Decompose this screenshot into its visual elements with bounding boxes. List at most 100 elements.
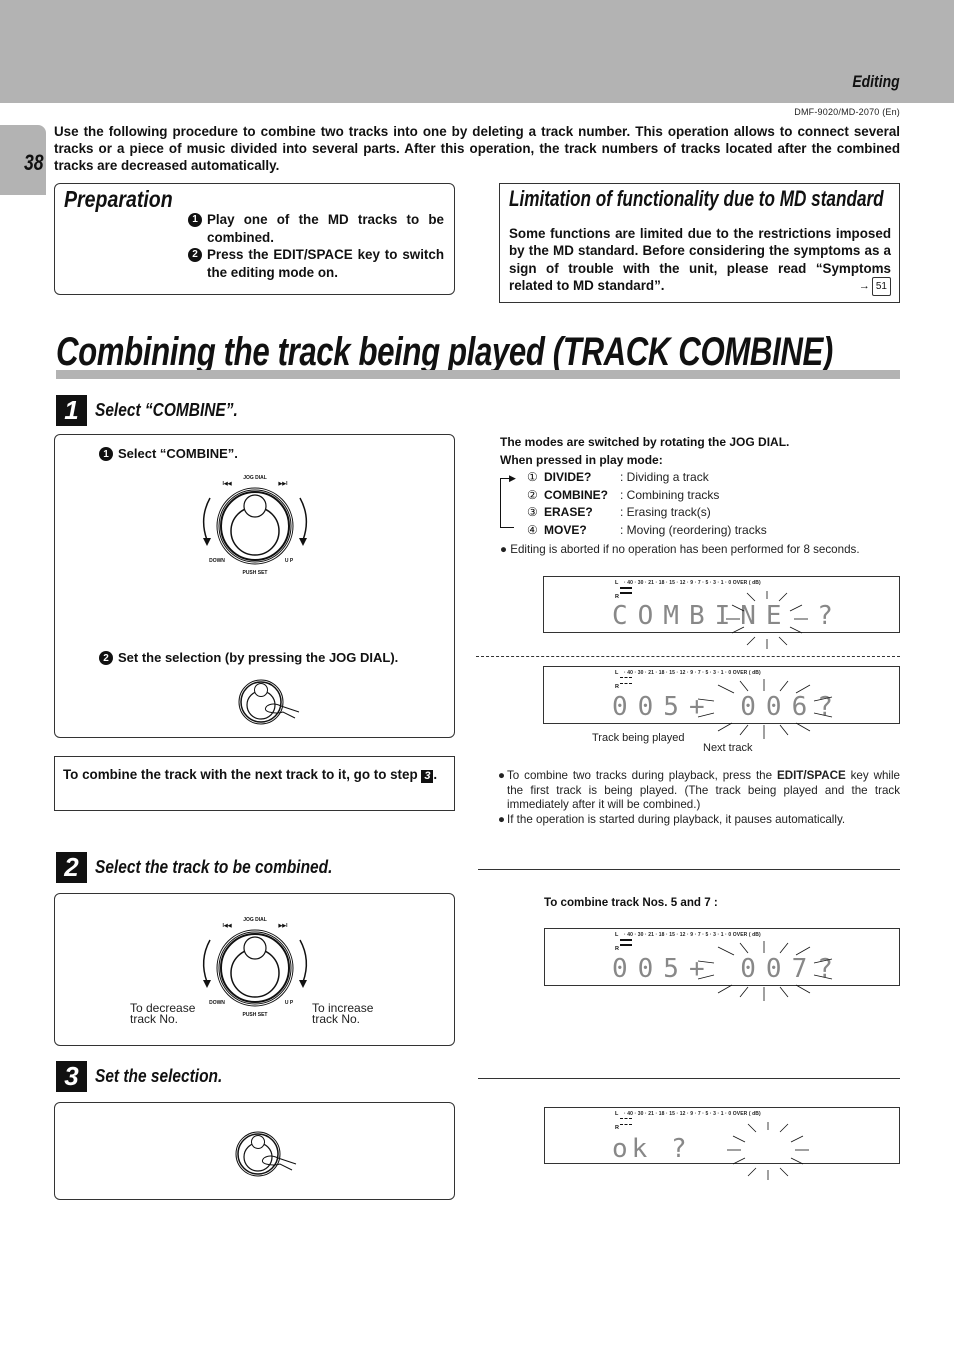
lcd-display-track-select: L R · 40 · 30 · 21 · 18 · 15 · 12 · 9 · … xyxy=(543,666,900,739)
title-underline xyxy=(56,370,900,379)
blink-rays-icon xyxy=(697,679,833,739)
mode-number: ④ xyxy=(527,522,538,537)
level-meter-icon xyxy=(620,1118,632,1125)
bullet-icon: ● xyxy=(498,769,506,782)
meter-scale: · 40 · 30 · 21 · 18 · 15 · 12 · 9 · 7 · … xyxy=(624,932,761,938)
mode-description: : Moving (reordering) tracks xyxy=(620,522,767,537)
prev-track-label: I◀◀ xyxy=(222,481,231,487)
mode-name: COMBINE? xyxy=(544,487,608,502)
jog-dial-grip xyxy=(243,936,267,960)
note-text: If the operation is started during playb… xyxy=(507,812,846,826)
header-band xyxy=(0,0,954,103)
lcd-r-label: R xyxy=(615,594,619,600)
level-meter-icon xyxy=(620,677,632,684)
goto-step-text: To combine the track with the next track… xyxy=(63,766,448,783)
mode-description: : Combining tracks xyxy=(620,487,720,502)
step-number-icon: 2 xyxy=(99,651,113,665)
lcd-r-label: R xyxy=(615,1125,619,1131)
page-title: Combining the track being played (TRACK … xyxy=(56,330,833,374)
preparation-list: 1 Play one of the MD tracks to be combin… xyxy=(188,211,444,281)
blink-rays-icon xyxy=(726,591,808,649)
preparation-title: Preparation xyxy=(64,186,173,212)
lcd-display-ok: L R · 40 · 30 · 21 · 18 · 15 · 12 · 9 · … xyxy=(544,1107,900,1180)
mode-item: ③ ERASE? : Erasing track(s) xyxy=(500,504,910,522)
step-1-badge: 1 xyxy=(56,395,87,426)
step-3-badge: 3 xyxy=(56,1061,87,1092)
up-label: U P xyxy=(285,1000,294,1006)
playback-note: ● If the operation is started during pla… xyxy=(498,813,900,828)
lcd-r-label: R xyxy=(615,684,619,690)
caption-decrease: To decrease track No. xyxy=(130,1002,195,1026)
intro-paragraph: Use the following procedure to combine t… xyxy=(54,124,900,173)
mode-item: ④ MOVE? : Moving (reordering) tracks xyxy=(500,522,910,540)
mode-item: ② COMBINE? : Combining tracks xyxy=(500,487,910,505)
page-reference[interactable]: → 51 xyxy=(859,276,891,297)
lcd-l-label: L xyxy=(615,1111,619,1117)
meter-scale: · 40 · 30 · 21 · 18 · 15 · 12 · 9 · 7 · … xyxy=(624,580,761,586)
preparation-item: 2 Press the EDIT/SPACE key to switch the… xyxy=(188,246,444,281)
mode-description: : Dividing a track xyxy=(620,470,709,484)
playback-notes: ● To combine two tracks during playback,… xyxy=(498,769,900,827)
abort-note: ● Editing is aborted if no operation has… xyxy=(500,543,860,556)
step-2-title: Select the track to be combined. xyxy=(95,857,333,877)
note-text: To combine two tracks during playback, p… xyxy=(507,769,900,813)
page-number: 38 xyxy=(24,150,44,175)
jog-dial-label: JOG DIAL xyxy=(243,917,267,923)
cycle-bracket xyxy=(500,478,514,528)
caption-increase: To increase track No. xyxy=(312,1002,373,1026)
step-number-icon: 1 xyxy=(99,447,113,461)
rotate-left-arrow-icon xyxy=(202,939,211,983)
lcd-display-combine: L R · 40 · 30 · 21 · 18 · 15 · 12 · 9 · … xyxy=(543,576,900,649)
jog-dial-press-diagram xyxy=(238,679,300,725)
mode-number: ② xyxy=(527,487,538,502)
edit-space-key-label: EDIT/SPACE xyxy=(776,769,846,782)
preparation-item-text: Play one of the MD tracks to be combined… xyxy=(207,212,444,245)
jog-dial-label: JOG DIAL xyxy=(243,475,267,481)
push-set-label: PUSH SET xyxy=(242,1012,267,1018)
meter-scale: · 40 · 30 · 21 · 18 · 15 · 12 · 9 · 7 · … xyxy=(624,670,761,676)
step-number-icon: 2 xyxy=(188,248,202,262)
step-3-title: Set the selection. xyxy=(95,1066,223,1086)
down-label: DOWN xyxy=(209,1000,225,1006)
meter-scale: · 40 · 30 · 21 · 18 · 15 · 12 · 9 · 7 · … xyxy=(624,1111,761,1117)
cycle-arrow-icon: ▶ xyxy=(509,473,516,483)
next-track-label: ▶▶I xyxy=(277,923,288,929)
step-number-icon: 1 xyxy=(188,213,202,227)
step-1-sub-1: 1 Select “COMBINE”. xyxy=(99,445,238,461)
mode-number: ③ xyxy=(527,505,538,519)
modes-info: The modes are switched by rotating the J… xyxy=(500,434,910,558)
step-1-title: Select “COMBINE”. xyxy=(95,400,238,420)
lcd-r-label: R xyxy=(615,946,619,952)
push-set-label: PUSH SET xyxy=(242,570,267,576)
dashed-separator xyxy=(476,656,900,657)
lcd-display-track-5-7: L R · 40 · 30 · 21 · 18 · 15 · 12 · 9 · … xyxy=(544,928,900,1001)
lcd-l-label: L xyxy=(615,932,619,938)
step-3-reference[interactable]: 3 xyxy=(421,770,434,783)
step-2-badge: 2 xyxy=(56,852,87,883)
goto-suffix: . xyxy=(433,767,438,782)
jog-dial-grip xyxy=(243,494,267,518)
mode-item: ① DIVIDE? : Dividing a track xyxy=(500,469,910,487)
sub-step-text: Set the selection (by pressing the JOG D… xyxy=(118,649,399,665)
section-label: Editing xyxy=(852,72,900,91)
lcd-text: ok ? xyxy=(612,1134,691,1164)
prev-track-label: I◀◀ xyxy=(222,923,231,929)
blink-rays-icon xyxy=(697,941,833,1001)
rotate-right-arrow-icon xyxy=(299,497,308,541)
book-page-icon: 51 xyxy=(871,276,891,297)
separator-line xyxy=(478,1078,900,1079)
mode-number: ① xyxy=(527,470,538,484)
bullet-icon: ● xyxy=(498,812,506,826)
limitation-text: Some functions are limited due to the re… xyxy=(509,225,891,297)
caption-track-being-played: Track being played xyxy=(592,732,685,744)
separator-line xyxy=(478,869,900,870)
level-meter-icon xyxy=(620,587,632,594)
preparation-item: 1 Play one of the MD tracks to be combin… xyxy=(188,211,444,246)
next-track-label: ▶▶I xyxy=(277,481,288,487)
caption-line: track No. xyxy=(130,1012,179,1026)
level-meter-icon xyxy=(620,939,632,946)
goto-text: To combine the track with the next track… xyxy=(63,767,418,782)
blink-rays-icon xyxy=(727,1122,809,1180)
mode-description: : Erasing track(s) xyxy=(620,505,711,519)
caption-line: track No. xyxy=(312,1012,361,1026)
